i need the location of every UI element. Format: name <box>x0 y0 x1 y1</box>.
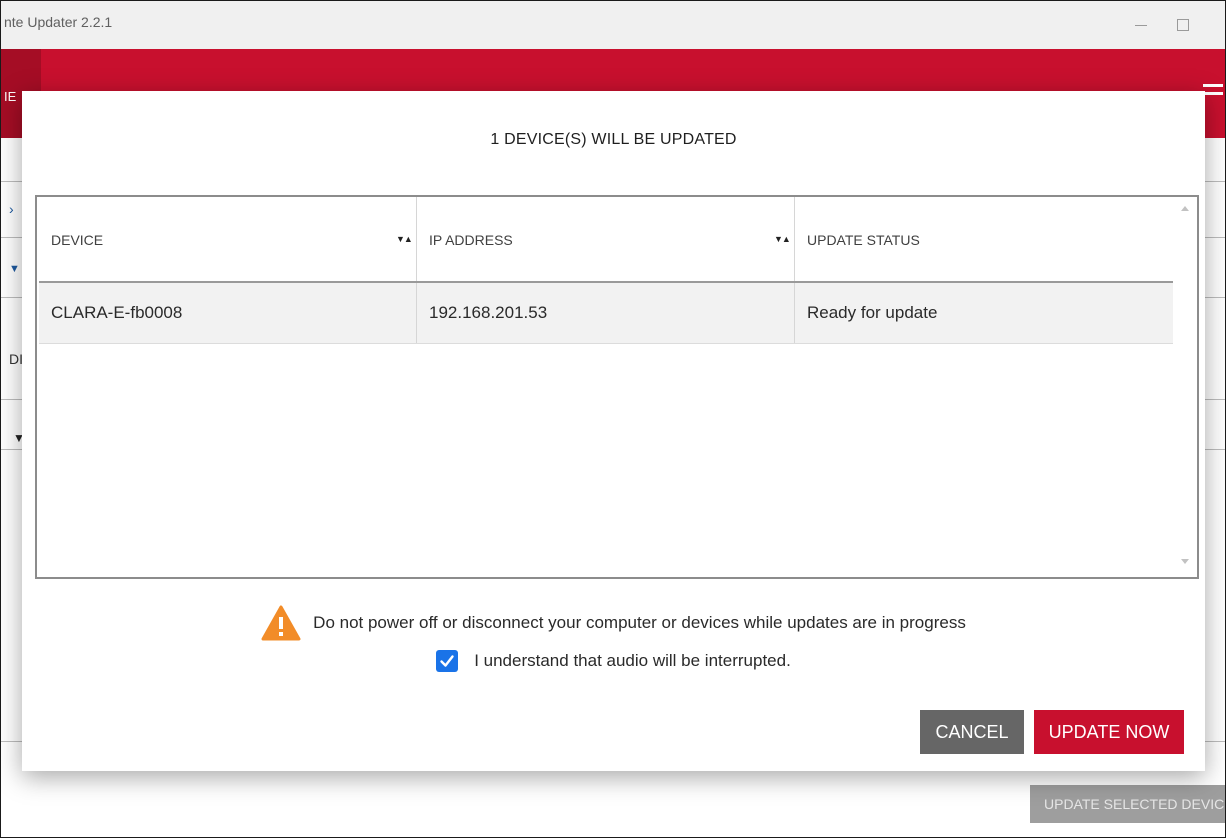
minimize-button[interactable] <box>1129 13 1153 37</box>
table-header: DEVICE ▼▲ IP ADDRESS ▼▲ UPDATE STATUS <box>39 197 1173 283</box>
scroll-up-arrow-icon[interactable] <box>1181 206 1189 211</box>
cancel-button[interactable]: CANCEL <box>920 710 1024 754</box>
devices-table: DEVICE ▼▲ IP ADDRESS ▼▲ UPDATE STATUS CL… <box>35 195 1199 579</box>
sort-icon[interactable]: ▼▲ <box>774 233 791 245</box>
caret-down-icon: ▼ <box>9 263 20 275</box>
column-header-label: DEVICE <box>51 232 104 248</box>
warning-message: Do not power off or disconnect your comp… <box>22 603 1205 643</box>
update-selected-button[interactable]: UPDATE SELECTED DEVIC <box>1030 785 1225 823</box>
cell-device: CLARA-E-fb0008 <box>39 283 417 343</box>
vertical-scrollbar[interactable] <box>1175 197 1197 573</box>
column-header-label: UPDATE STATUS <box>807 232 920 248</box>
maximize-button[interactable] <box>1171 13 1195 37</box>
checkmark-icon <box>440 655 454 667</box>
warning-text: Do not power off or disconnect your comp… <box>313 613 966 632</box>
acknowledge-row: I understand that audio will be interrup… <box>22 646 1205 676</box>
column-header-device[interactable]: DEVICE ▼▲ <box>39 197 417 281</box>
header-tab-label: IE <box>4 89 17 104</box>
title-bar: nte Updater 2.2.1 <box>1 1 1225 49</box>
app-window: nte Updater 2.2.1 IE › ▼ DI ▼ UPDATE SEL… <box>0 0 1226 838</box>
background-label: DI <box>9 351 23 367</box>
update-dialog: 1 DEVICE(S) WILL BE UPDATED DEVICE ▼▲ IP… <box>22 91 1205 771</box>
menu-icon[interactable] <box>1203 84 1223 100</box>
scroll-down-arrow-icon[interactable] <box>1181 559 1189 564</box>
cell-ip-address: 192.168.201.53 <box>417 283 795 343</box>
sort-icon[interactable]: ▼▲ <box>396 233 413 245</box>
chevron-right-icon: › <box>9 201 14 217</box>
column-header-ip-address[interactable]: IP ADDRESS ▼▲ <box>417 197 795 281</box>
table-row[interactable]: CLARA-E-fb0008 192.168.201.53 Ready for … <box>39 283 1173 344</box>
window-title: nte Updater 2.2.1 <box>4 14 113 30</box>
acknowledge-checkbox[interactable] <box>436 650 459 672</box>
cell-update-status: Ready for update <box>807 303 938 322</box>
dialog-title: 1 DEVICE(S) WILL BE UPDATED <box>490 131 737 148</box>
acknowledge-label: I understand that audio will be interrup… <box>474 651 791 670</box>
column-header-update-status: UPDATE STATUS <box>795 197 1173 281</box>
warning-triangle-icon <box>261 605 301 641</box>
update-now-button[interactable]: UPDATE NOW <box>1034 710 1184 754</box>
column-header-label: IP ADDRESS <box>429 232 513 248</box>
